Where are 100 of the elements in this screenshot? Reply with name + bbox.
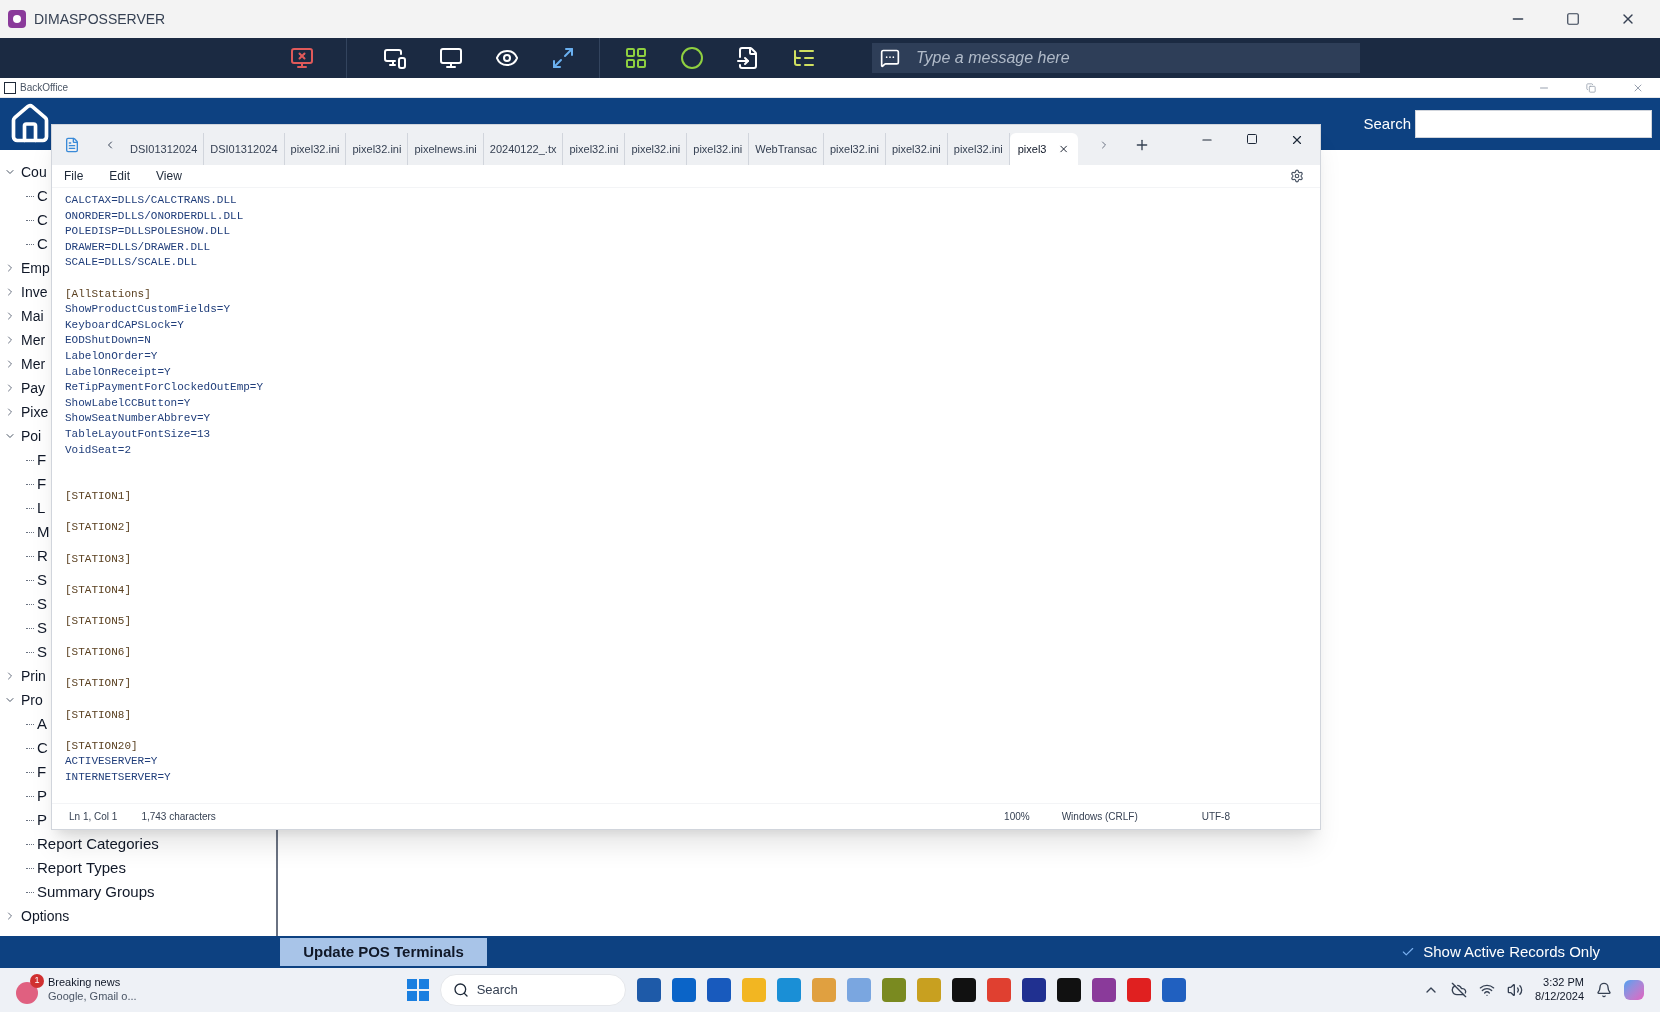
tree-item[interactable]: Mer [21, 356, 46, 372]
code-line: TableLayoutFontSize=13 [65, 426, 212, 442]
code-line: KeyboardCAPSLock=Y [65, 317, 185, 333]
tree-item[interactable]: Emp [21, 260, 50, 276]
update-pos-terminals-button[interactable]: Update POS Terminals [280, 938, 487, 966]
file-tab[interactable]: pixelnews.ini [408, 133, 484, 165]
close-tab-icon[interactable] [1058, 143, 1070, 155]
tree-item[interactable]: M [37, 524, 50, 540]
code-line: DRAWER=DLLS/DRAWER.DLL [65, 239, 212, 255]
code-line: ShowSeatNumberAbbrev=Y [65, 411, 212, 427]
search-field[interactable] [1415, 110, 1652, 138]
file-tab[interactable]: pixel32.ini [823, 133, 886, 165]
monitor-x-icon[interactable] [290, 46, 314, 70]
code-line: INTERNETSERVER=Y [65, 769, 172, 785]
code-line: ReTipPaymentForClockedOutEmp=Y [65, 380, 265, 396]
file-tab[interactable]: pixel32.ini [947, 133, 1010, 165]
window-title: DIMASPOSSERVER [34, 9, 166, 29]
clock-date[interactable]: 8/12/2024 [1535, 990, 1584, 1004]
file-tab[interactable]: 20240122_.tx [483, 133, 564, 165]
tree-item[interactable]: Prin [21, 668, 46, 684]
tree-item[interactable]: Options [21, 908, 70, 924]
tree-item[interactable]: Report Categories [37, 836, 159, 852]
code-line: ShowLabelCCButton=Y [65, 395, 192, 411]
maximize-icon[interactable] [1246, 133, 1258, 145]
code-line: SCALE=DLLS/SCALE.DLL [65, 255, 199, 271]
circle-icon[interactable] [680, 46, 704, 70]
start-icon[interactable] [406, 979, 429, 1001]
file-tab[interactable]: pixel32.ini [885, 133, 948, 165]
news-title[interactable]: Breaking news [48, 976, 137, 990]
clock-time[interactable]: 3:32 PM [1543, 976, 1584, 990]
file-tab[interactable]: pixel32.ini [687, 133, 750, 165]
code-line: VoidSeat=2 [65, 442, 132, 458]
menu-item[interactable]: Edit [109, 167, 131, 185]
tree-item[interactable]: F [37, 476, 47, 492]
backoffice-title: BackOffice [20, 81, 69, 95]
tree-item[interactable]: R [37, 548, 48, 564]
tree-item[interactable]: Cou [21, 164, 47, 180]
file-transfer-icon[interactable] [736, 46, 760, 70]
tree-item[interactable]: Mer [21, 332, 46, 348]
tree-item[interactable]: Mai [21, 308, 44, 324]
tree-item[interactable]: P [37, 788, 47, 804]
file-tab[interactable]: pixel3 [1009, 133, 1078, 165]
code-line: [STATION7] [65, 676, 132, 692]
file-tab[interactable]: DSI01312024 [124, 133, 205, 165]
tree-item[interactable]: Pay [21, 380, 46, 396]
file-tab[interactable]: DSI01312024 [204, 133, 285, 165]
chat-icon [880, 48, 900, 68]
copilot-icon[interactable] [1624, 980, 1644, 1000]
tree-item[interactable]: Inve [21, 284, 48, 300]
monitors-icon[interactable] [383, 46, 407, 70]
file-tab[interactable]: WebTransac [749, 133, 824, 165]
tree-item[interactable]: S [37, 572, 47, 588]
line-endings: Windows (CRLF) [1061, 810, 1139, 824]
tree-item[interactable]: C [37, 212, 48, 228]
tree-item[interactable]: Pro [21, 692, 43, 708]
tree-item[interactable]: A [37, 716, 47, 732]
app-icon[interactable] [1056, 978, 1081, 1002]
file-tab[interactable]: pixel32.ini [625, 133, 688, 165]
app-icon[interactable] [636, 978, 661, 1002]
tree-item[interactable]: C [37, 740, 48, 756]
file-tab[interactable]: pixel32.ini [563, 133, 626, 165]
monitor-icon[interactable] [439, 46, 463, 70]
app-logo-icon [8, 10, 26, 28]
search-label: Search [1363, 113, 1411, 134]
app-icon[interactable] [1021, 978, 1046, 1002]
search-icon [452, 982, 469, 998]
expand-icon[interactable] [551, 46, 575, 70]
app-icon[interactable] [951, 978, 976, 1002]
code-line: LabelOnReceipt=Y [65, 364, 172, 380]
maximize-icon[interactable] [1566, 12, 1580, 26]
tree-item[interactable]: Report Types [37, 860, 126, 876]
code-line: [STATION5] [65, 614, 132, 630]
settings-icon[interactable] [1290, 169, 1304, 183]
tree-item[interactable]: C [37, 188, 48, 204]
message-field[interactable]: Type a message here [872, 43, 1360, 73]
taskbar-search[interactable]: Search [439, 974, 626, 1006]
file-tab[interactable]: pixel32.ini [284, 133, 347, 165]
tree-item[interactable]: Poi [21, 428, 42, 444]
tree-item[interactable]: S [37, 644, 47, 660]
menu-item[interactable]: View [156, 167, 182, 185]
news-icon[interactable] [16, 982, 38, 1004]
tree-item[interactable]: P [37, 812, 47, 828]
tree-item[interactable]: S [37, 596, 47, 612]
menu-item[interactable]: File [64, 167, 84, 185]
tree-item[interactable]: C [37, 236, 48, 252]
close-icon[interactable] [1290, 133, 1304, 147]
cloud-icon[interactable] [1451, 982, 1468, 998]
volume-icon[interactable] [1507, 982, 1524, 998]
layout-icon[interactable] [624, 46, 648, 70]
file-tab[interactable]: pixel32.ini [346, 133, 409, 165]
tree-item[interactable]: Pixe [21, 404, 49, 420]
network-icon[interactable] [1479, 982, 1496, 998]
tree-item[interactable]: S [37, 620, 47, 636]
tree-item[interactable]: Summary Groups [37, 884, 155, 900]
code-line: [STATION1] [65, 489, 132, 505]
tree-item[interactable]: L [37, 500, 46, 516]
tree-item[interactable]: F [37, 452, 47, 468]
checkbox[interactable] [1401, 945, 1416, 959]
bell-icon[interactable] [1596, 982, 1612, 998]
tree-item[interactable]: F [37, 764, 47, 780]
